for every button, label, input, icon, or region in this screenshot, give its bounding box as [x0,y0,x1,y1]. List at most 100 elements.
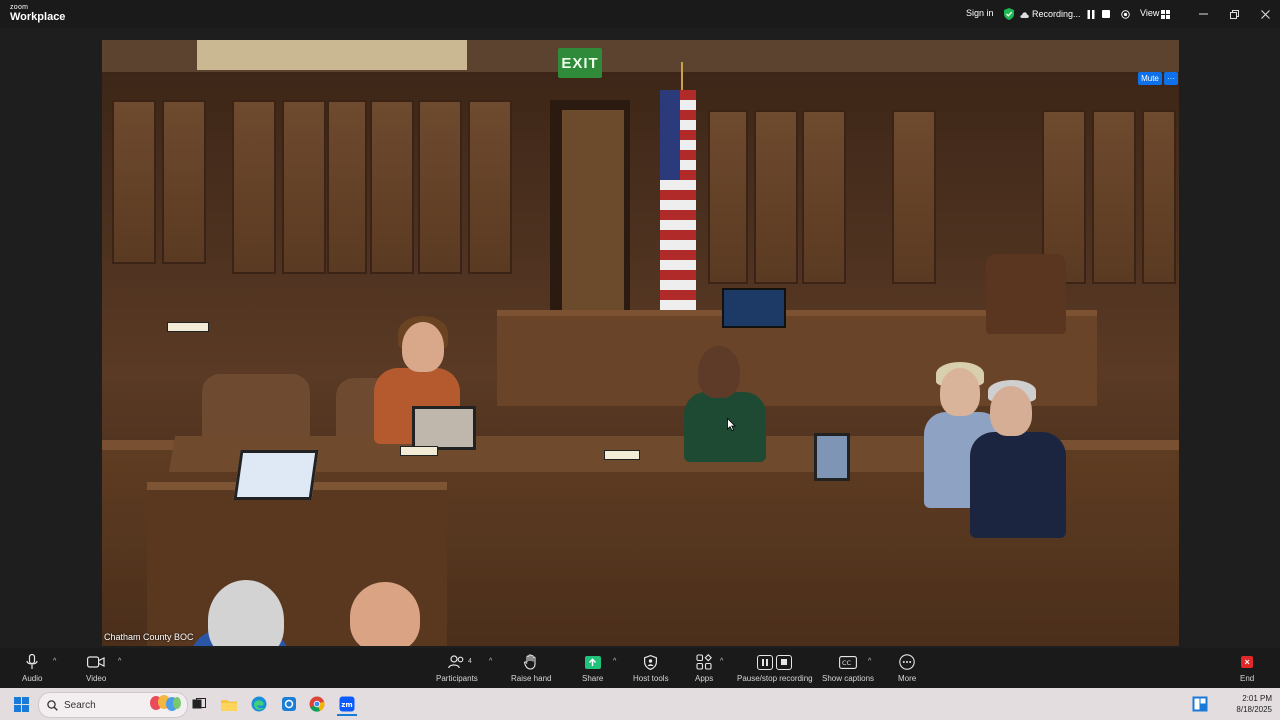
wall-panel [468,100,512,274]
clock-date: 8/18/2025 [1236,705,1272,714]
more-label: More [898,674,917,683]
nameplate [604,450,640,460]
flag-canton [660,90,680,180]
close-icon [1260,9,1270,19]
balloons-icon [150,695,181,711]
shield-icon [1004,8,1014,20]
pause-icon [757,654,774,670]
end-icon: × [1241,656,1254,668]
chevron-up-icon[interactable]: ^ [613,658,616,665]
more-icon [899,654,915,670]
door [562,110,624,320]
participants-button[interactable]: Participants [436,652,478,683]
wall-panel [327,100,367,274]
apps-button[interactable]: Apps [695,652,713,683]
stop-icon [1102,10,1111,18]
participants-icon [448,655,464,669]
hand-icon [524,654,536,670]
chevron-up-icon[interactable]: ^ [868,658,871,665]
windows-start-icon[interactable] [14,697,29,712]
raise-hand-button[interactable]: Raise hand [511,652,551,683]
grid-view-icon[interactable] [1157,6,1173,22]
app-logo: zoom Workplace [10,4,65,23]
person-head [940,368,980,416]
file-explorer-icon[interactable] [219,694,239,714]
chevron-up-icon[interactable]: ^ [489,658,492,665]
wall-panel [282,100,326,274]
active-speaker-video[interactable]: EXIT [102,40,1179,646]
share-button[interactable]: Share [582,652,603,683]
apps-icon [696,654,713,670]
recording-label[interactable]: Recording... [1020,9,1081,19]
wall-panel [112,100,156,264]
raise-hand-label: Raise hand [511,674,552,683]
laptop [233,450,319,500]
participant-more-button[interactable]: ··· [1164,72,1178,85]
video-label: Video [86,674,107,683]
host-tools-button[interactable]: Host tools [633,652,669,683]
restore-button[interactable] [1226,6,1242,22]
stop-recording-button[interactable] [1102,10,1111,19]
more-button[interactable]: More [898,652,916,683]
wall-panel [370,100,414,274]
person-head [698,346,740,398]
laptop [412,406,476,450]
widgets-icon[interactable] [1192,696,1208,712]
share-screen-icon [584,655,601,669]
participant-name-label: Chatham County BOC [104,632,194,642]
chevron-up-icon[interactable]: ^ [53,658,56,665]
camera-icon [87,656,105,668]
clock-time: 2:01 PM [1242,694,1272,703]
search-icon [47,699,58,711]
nameplate [167,322,209,332]
record-settings-button[interactable] [1120,9,1130,19]
pause-recording-button[interactable] [1087,9,1096,19]
minimize-button[interactable] [1195,6,1211,22]
search-placeholder: Search [64,699,96,711]
brand-small: zoom [10,4,29,11]
wall-panel [232,100,276,274]
chevron-up-icon[interactable]: ^ [118,658,121,665]
person-navy-suit [970,432,1066,538]
brand-name: Workplace [10,11,66,23]
chrome-browser-icon[interactable] [307,694,327,714]
pause-stop-recording-label: Pause/stop recording [737,674,813,683]
record-dot-icon [1120,9,1130,19]
end-meeting-button[interactable]: × End [1240,652,1254,683]
sign-in-link[interactable]: Sign in [966,8,994,18]
bench-monitor [722,288,786,328]
show-captions-label: Show captions [822,674,875,683]
snipping-tool-icon[interactable] [279,694,299,714]
audio-button[interactable]: Audio [22,652,42,683]
person-green-top [684,392,766,462]
meeting-toolbar: Audio ^ Video ^ Participants 4 ^ Raise h… [0,648,1280,688]
wall-panel [708,110,748,284]
chevron-up-icon[interactable]: ^ [720,658,723,665]
svg-text:zm: zm [341,701,352,709]
recording-text: Recording... [1032,9,1081,19]
task-view-icon[interactable] [189,694,209,714]
system-clock[interactable]: 2:01 PM 8/18/2025 [1236,693,1272,715]
exit-sign: EXIT [558,48,602,78]
microphone-icon [26,654,38,669]
ceiling-light [197,40,467,70]
host-tools-label: Host tools [633,674,669,683]
pause-stop-recording-button[interactable]: Pause/stop recording [737,652,813,683]
video-button[interactable]: Video [86,652,106,683]
zoom-app-icon[interactable]: zm [337,694,357,716]
show-captions-button[interactable]: CC Show captions [822,652,874,683]
close-button[interactable] [1257,6,1273,22]
edge-browser-icon[interactable] [249,694,269,714]
audience-head [350,582,420,646]
audio-label: Audio [22,674,43,683]
mute-participant-button[interactable]: Mute [1138,72,1162,85]
title-bar: zoom Workplace Sign in Recording... View [0,0,1280,28]
recording-status: Recording... [1004,6,1130,22]
nameplate [400,446,438,456]
wall-panel [1142,110,1176,284]
end-label: End [1240,674,1255,683]
wall-panel [802,110,846,284]
wall-panel [754,110,798,284]
windows-taskbar: Search zm 2:01 PM 8/18/2025 [0,688,1280,720]
participants-label: Participants [436,674,478,683]
